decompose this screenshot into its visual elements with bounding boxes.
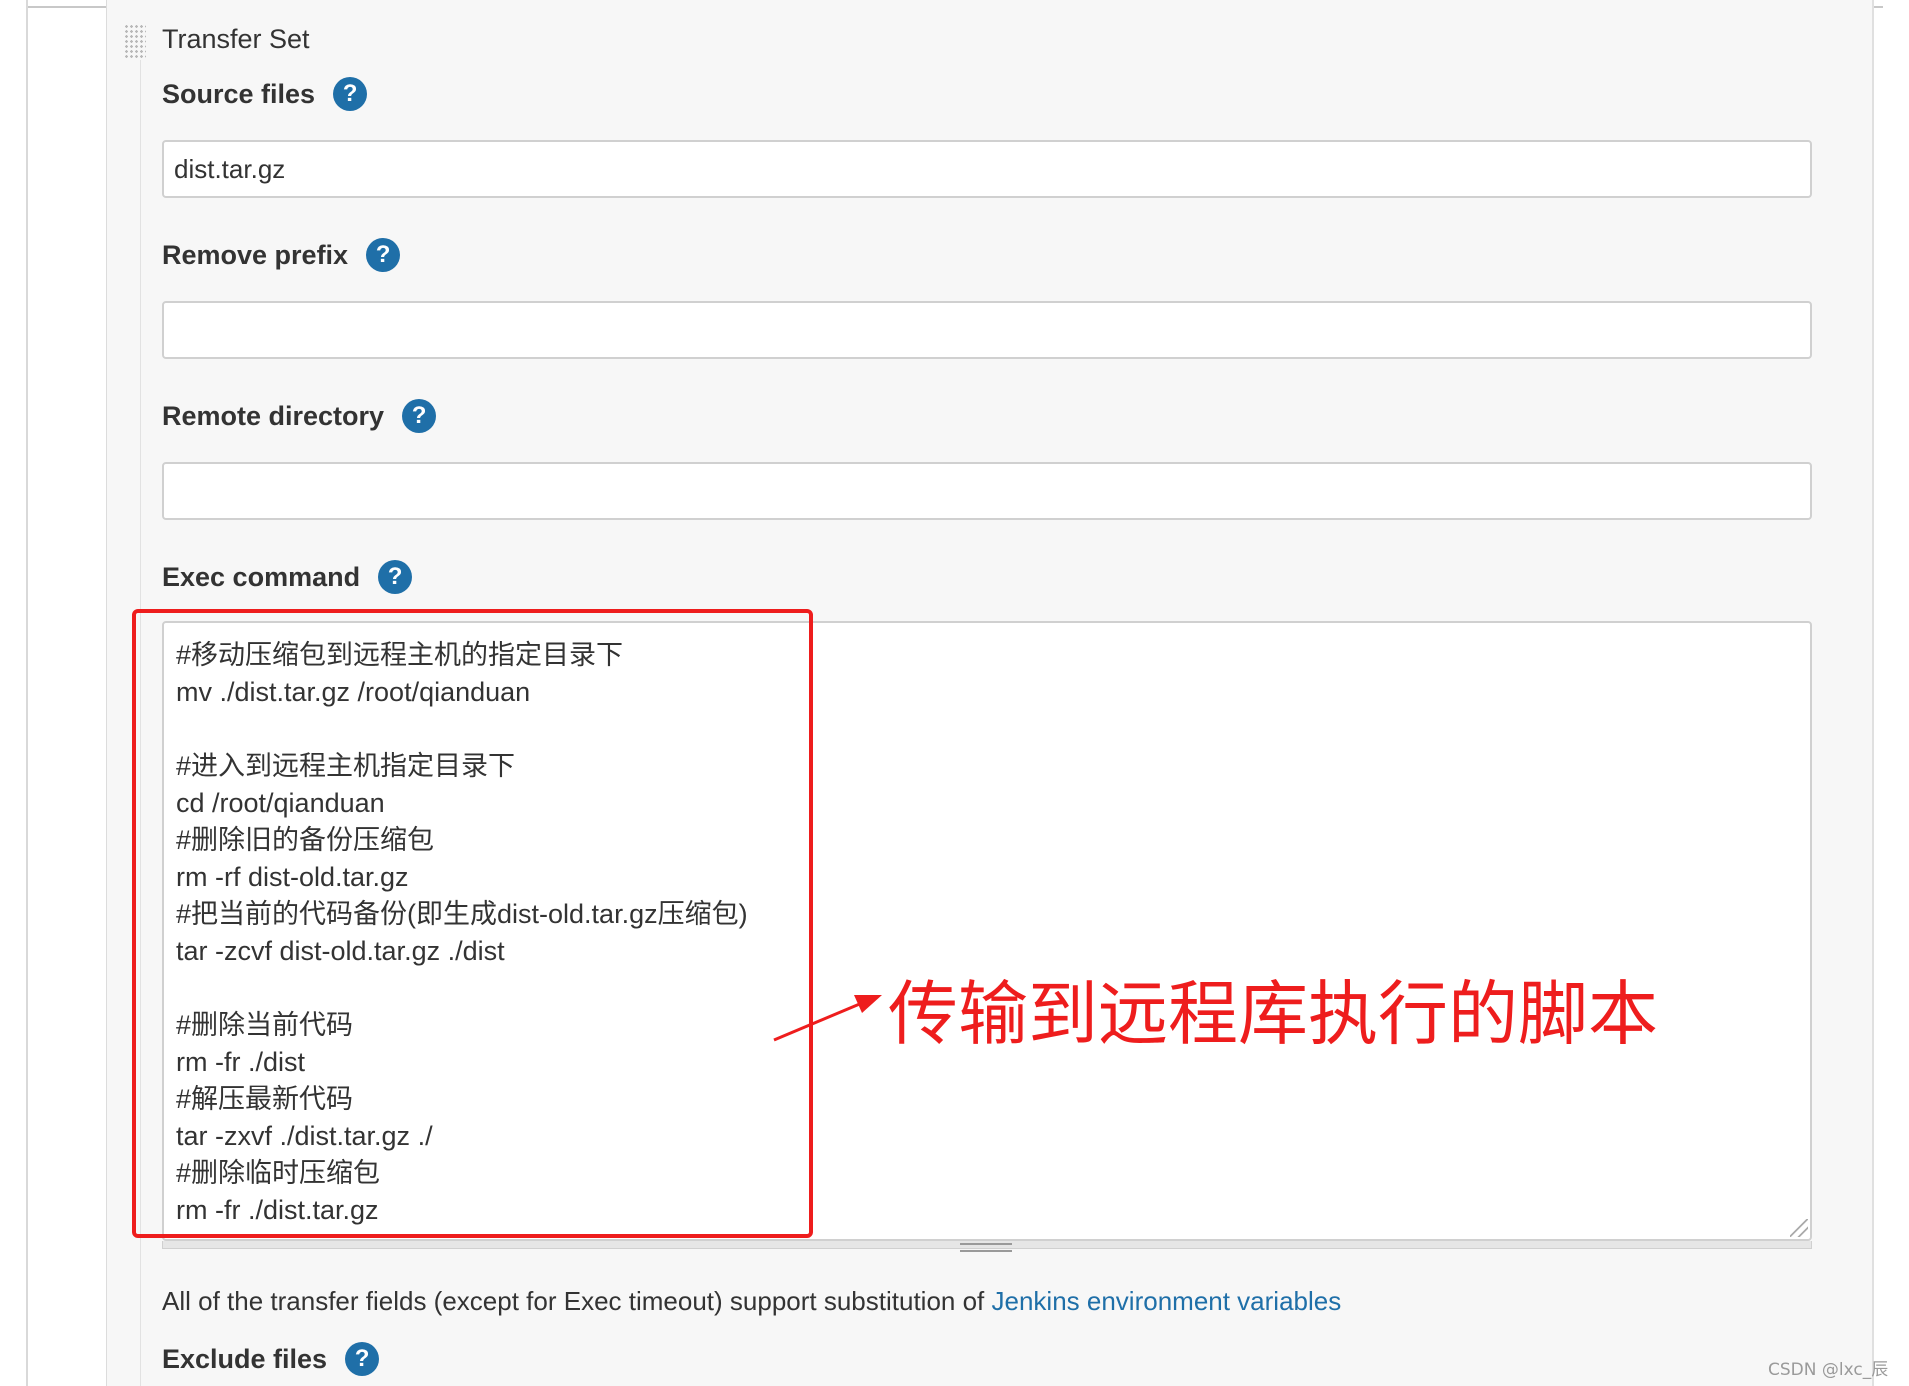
- source-files-input[interactable]: dist.tar.gz: [162, 140, 1812, 198]
- source-files-label: Source files ?: [162, 74, 368, 114]
- exclude-files-label: Exclude files ?: [162, 1339, 380, 1379]
- remove-prefix-input[interactable]: [162, 301, 1812, 359]
- source-files-value: dist.tar.gz: [174, 153, 286, 184]
- exclude-files-help-icon[interactable]: ?: [345, 1342, 380, 1376]
- resize-grip-icon[interactable]: [1790, 1219, 1808, 1237]
- source-files-help-icon[interactable]: ?: [333, 77, 368, 111]
- outer-border: [26, 0, 28, 1386]
- substitution-info: All of the transfer fields (except for E…: [162, 1286, 1341, 1317]
- annotation-arrow-icon: [773, 995, 882, 1042]
- jenkins-env-vars-link[interactable]: Jenkins environment variables: [992, 1286, 1342, 1316]
- expand-handle-icon[interactable]: [960, 1243, 1012, 1252]
- drag-handle-icon[interactable]: [124, 24, 146, 60]
- remote-directory-help-icon[interactable]: ?: [402, 399, 437, 433]
- exec-command-label: Exec command ?: [162, 557, 413, 597]
- exec-command-label-text: Exec command: [162, 561, 361, 592]
- remote-directory-label: Remote directory ?: [162, 396, 437, 436]
- substitution-info-text: All of the transfer fields (except for E…: [162, 1286, 992, 1316]
- remove-prefix-help-icon[interactable]: ?: [366, 238, 401, 272]
- exclude-files-label-text: Exclude files: [162, 1343, 328, 1374]
- remote-directory-input[interactable]: [162, 462, 1812, 520]
- remove-prefix-label-text: Remove prefix: [162, 239, 349, 270]
- watermark: CSDN @lxc_辰: [1768, 1360, 1889, 1380]
- remote-directory-label-text: Remote directory: [162, 400, 385, 431]
- right-border: [1872, 0, 1874, 1386]
- remove-prefix-label: Remove prefix ?: [162, 235, 401, 275]
- annotation-label: 传输到远程库执行的脚本: [888, 973, 1658, 1055]
- exec-command-help-icon[interactable]: ?: [378, 560, 413, 594]
- section-title: Transfer Set: [162, 24, 310, 54]
- annotation-highlight-box: [132, 609, 813, 1238]
- source-files-label-text: Source files: [162, 78, 316, 109]
